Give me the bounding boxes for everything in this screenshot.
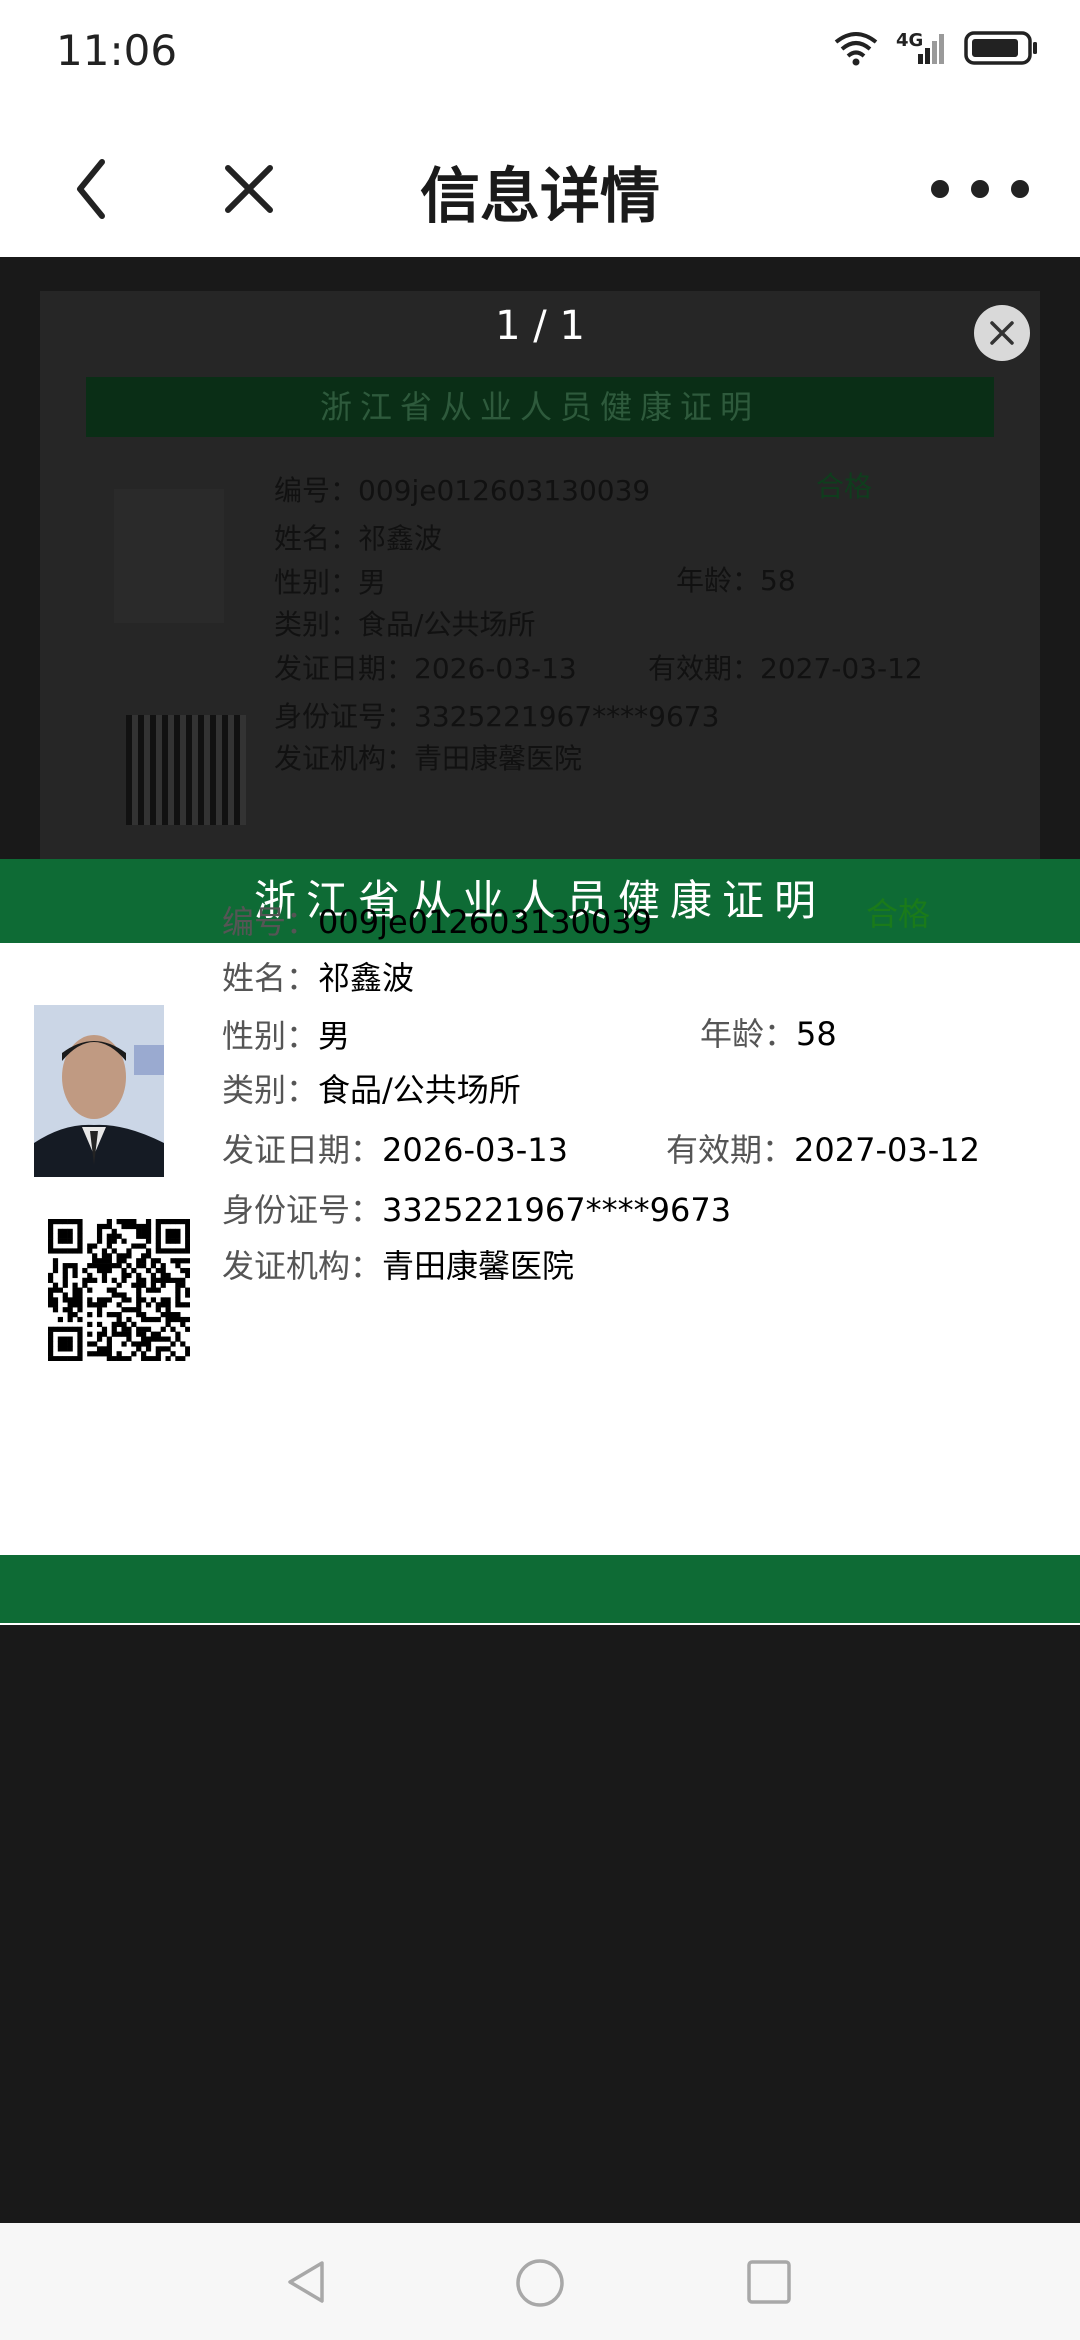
health-certificate[interactable]: 浙江省从业人员健康证明 合格 编号：009je012603130039 姓名：祁… <box>0 859 1080 1625</box>
certificate-footer-bar <box>0 1555 1080 1623</box>
holder-age-value: 58 <box>796 1015 837 1053</box>
more-dots-icon <box>931 180 1029 198</box>
cellular-signal-icon: 4G <box>896 30 946 66</box>
background-gender: 性别：男 <box>274 566 387 599</box>
background-number: 编号：009je012603130039 <box>274 474 651 507</box>
background-qr <box>126 715 246 825</box>
more-options-button[interactable] <box>920 164 1040 214</box>
holder-gender-label: 性别： <box>222 1017 319 1055</box>
background-status: 合格 <box>816 470 873 503</box>
battery-icon <box>964 31 1037 65</box>
background-photo <box>114 489 224 623</box>
id-number-value: 3325221967****9673 <box>382 1191 732 1229</box>
holder-age: 年龄：58 <box>700 1009 837 1055</box>
work-category-value: 食品/公共场所 <box>318 1071 521 1109</box>
holder-name: 姓名：祁鑫波 <box>222 953 414 999</box>
issuing-authority-label: 发证机构： <box>222 1247 383 1285</box>
certificate-number-value: 009je012603130039 <box>318 903 652 941</box>
status-bar: 11:06 4G <box>0 0 1080 110</box>
holder-name-label: 姓名： <box>222 959 319 997</box>
holder-photo <box>34 1005 164 1177</box>
valid-until-label: 有效期： <box>666 1131 795 1169</box>
issue-date-value: 2026-03-13 <box>382 1131 568 1169</box>
id-number: 身份证号：3325221967****9673 <box>222 1185 731 1231</box>
work-category: 类别：食品/公共场所 <box>222 1065 521 1111</box>
viewer-close-button[interactable] <box>974 305 1030 361</box>
issue-date: 发证日期：2026-03-13 <box>222 1125 568 1171</box>
holder-gender: 性别：男 <box>222 1011 350 1057</box>
page-title: 信息详情 <box>420 162 660 232</box>
holder-age-label: 年龄： <box>700 1015 797 1053</box>
close-icon <box>990 321 1014 345</box>
system-nav-bar <box>0 2223 1080 2340</box>
qr-code[interactable] <box>48 1219 190 1361</box>
status-badge: 合格 <box>866 895 931 933</box>
valid-until: 有效期：2027-03-12 <box>666 1125 980 1171</box>
nav-recents-square-icon[interactable] <box>744 2257 794 2307</box>
background-valid-until: 有效期：2027-03-12 <box>648 652 923 685</box>
certificate-number: 编号：009je012603130039 <box>222 897 652 943</box>
id-number-label: 身份证号： <box>222 1191 383 1229</box>
background-issuer: 发证机构：青田康馨医院 <box>274 742 583 775</box>
page-counter: 1 / 1 <box>495 303 585 349</box>
certificate-number-label: 编号： <box>222 903 319 941</box>
holder-gender-value: 男 <box>318 1017 351 1055</box>
background-age: 年龄：58 <box>676 564 796 597</box>
issue-date-label: 发证日期： <box>222 1131 383 1169</box>
status-time: 11:06 <box>56 26 178 75</box>
nav-home-circle-icon[interactable] <box>514 2257 566 2309</box>
holder-name-value: 祁鑫波 <box>318 959 415 997</box>
nav-back-triangle-icon[interactable] <box>282 2257 332 2307</box>
background-name: 姓名：祁鑫波 <box>274 522 443 555</box>
status-icons: 4G <box>834 30 1040 66</box>
background-id-number: 身份证号：3325221967****9673 <box>274 700 720 733</box>
nav-bar: 信息详情 <box>0 110 1080 257</box>
valid-until-value: 2027-03-12 <box>794 1131 980 1169</box>
image-viewer: 浙江省从业人员健康证明 编号：009je012603130039 合格 姓名：祁… <box>0 257 1080 2223</box>
background-issue-date: 发证日期：2026-03-13 <box>274 652 577 685</box>
issuing-authority-value: 青田康馨医院 <box>382 1247 575 1285</box>
background-category: 类别：食品/公共场所 <box>274 608 536 641</box>
background-certificate-banner: 浙江省从业人员健康证明 <box>86 377 994 437</box>
issuing-authority: 发证机构：青田康馨医院 <box>222 1241 574 1287</box>
work-category-label: 类别： <box>222 1071 319 1109</box>
background-certificate-title: 浙江省从业人员健康证明 <box>319 388 760 426</box>
background-certificate: 浙江省从业人员健康证明 编号：009je012603130039 合格 姓名：祁… <box>40 291 1040 951</box>
wifi-icon <box>834 32 878 66</box>
